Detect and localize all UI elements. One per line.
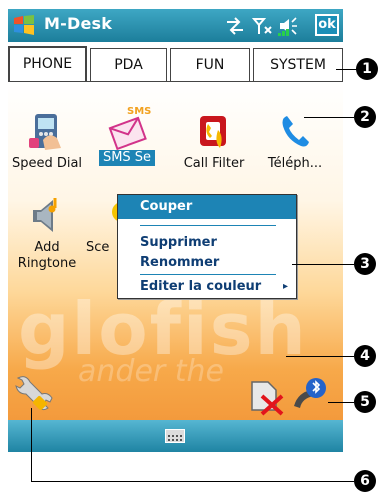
tab-fun[interactable]: FUN [170,48,250,81]
menu-item-delete[interactable]: Supprimer [140,235,217,250]
app-call-filter[interactable]: Call Filter [175,112,253,172]
app-label: Téléph... [267,156,323,171]
menu-item-edit-color[interactable]: Editer la couleur [140,279,261,294]
leader-line-3 [292,264,354,265]
signal-icon[interactable] [251,16,274,40]
leader-line-4 [286,356,354,357]
watermark-tagline: ander the [78,354,225,389]
menu-separator [140,225,276,226]
keyboard-icon[interactable] [165,429,185,443]
call-filter-icon [194,112,234,152]
app-label: Speed Dial [11,156,83,171]
speed-dial-icon [27,112,67,152]
submenu-arrow-icon: ▸ [282,281,288,292]
menu-item-rename[interactable]: Renommer [140,255,219,270]
app-add-ringtone[interactable]: Add Ringtone [8,196,86,272]
menu-item-cut[interactable]: Couper [118,195,296,219]
callout-4: 4 [354,345,376,367]
leader-line-6 [31,481,354,482]
tab-phone[interactable]: PHONE [8,46,87,82]
ringtone-icon [27,196,67,236]
leader-line-6-vertical [31,408,32,481]
settings-wrench-icon[interactable] [12,372,56,416]
callout-6: 6 [354,470,376,492]
sync-arrows-icon[interactable] [224,16,246,40]
windows-start-icon[interactable] [12,14,36,36]
leader-line-5 [328,402,354,403]
app-label-selected: SMS Se [98,150,156,166]
app-telephone[interactable]: Téléph... [256,112,334,172]
title-bar: M-Desk ok [8,9,343,42]
volume-icon[interactable] [278,16,304,40]
no-sim-icon[interactable] [248,378,284,416]
sms-icon: SMS [107,104,151,152]
bottom-command-bar [8,420,343,452]
ok-button[interactable]: ok [315,14,339,36]
app-speed-dial[interactable]: Speed Dial [8,112,86,172]
tab-strip: PHONE PDA FUN SYSTEM [8,44,348,82]
callout-2: 2 [354,106,376,128]
app-title: M-Desk [44,14,113,33]
context-menu: Couper Supprimer Renommer Editer la coul… [117,194,297,299]
bluetooth-headset-icon[interactable] [290,374,328,414]
callout-3: 3 [354,253,376,275]
app-label: Add Ringtone [17,240,77,271]
menu-separator [140,274,276,275]
app-label: Call Filter [183,156,245,171]
leader-line-2 [304,117,354,118]
callout-5: 5 [354,391,376,413]
sms-badge: SMS [127,106,151,117]
tab-system[interactable]: SYSTEM [253,48,343,81]
callout-1: 1 [356,58,378,80]
tab-pda[interactable]: PDA [90,48,167,81]
app-sms[interactable]: SMS SMS Se [88,104,166,166]
phone-icon [275,112,315,152]
